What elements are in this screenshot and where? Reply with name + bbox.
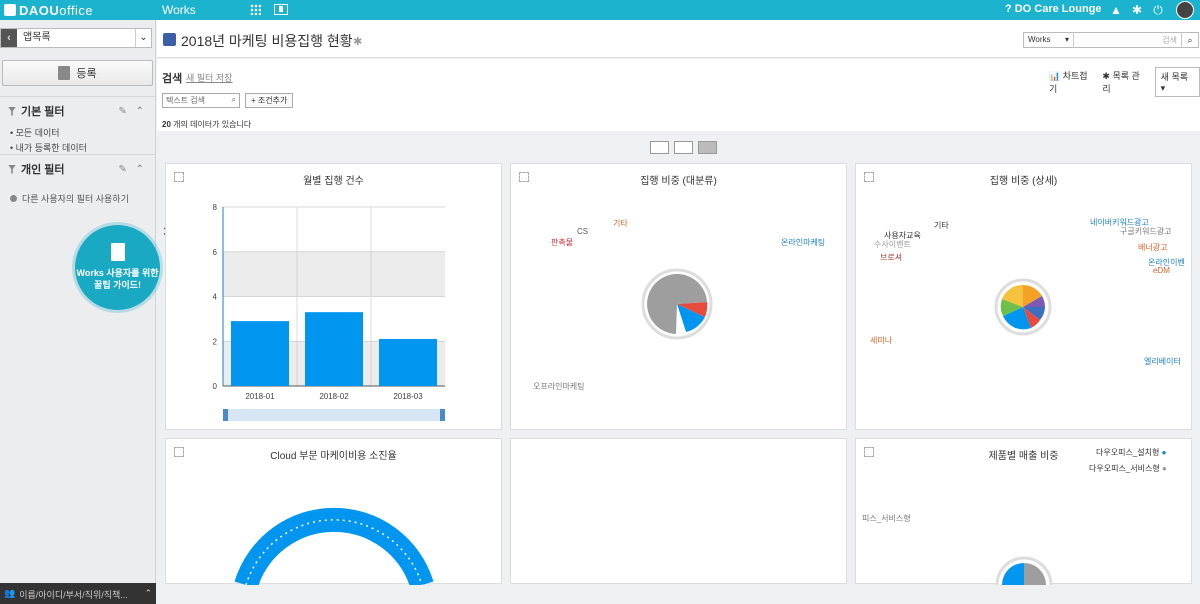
info-icon[interactable]: ⓘ [339,36,350,48]
app-list-select[interactable]: ‹ 앱목록 ⌄ [0,28,152,48]
filter-tools[interactable]: ✎ ⌃ [118,106,147,117]
other-user-filter-link[interactable]: 다른 사용자의 필터 사용하기 [10,192,129,205]
filter-icon [8,106,16,116]
gear-icon[interactable]: ✱ [353,36,362,48]
list-manage-button[interactable]: ✱ 목록 관리 [1102,69,1146,95]
pie-chart [641,268,713,340]
card-cloud-burn-rate: Cloud 부문 마케이비용 소진율 [165,438,502,585]
range-selector [223,409,445,421]
search-input[interactable]: 검색 [1074,33,1182,47]
logo-icon [4,4,16,16]
search-icon[interactable]: ⌕ [1182,33,1198,47]
card-monthly-count: 월별 집행 건수 0 2 4 6 8 2018-01 2018-02 2018-03 [165,163,502,430]
save-filter-link[interactable]: 새 필터 저장 [186,71,232,84]
layout-1col-button[interactable] [650,141,669,154]
avatar[interactable] [1176,1,1194,19]
x-tick-label: 2018-03 [393,392,423,401]
card-ratio-detail: 집행 비중 (상세) 네이버키워드광고 구글키워드광고 기타 사용자교육 수사이… [855,163,1192,430]
sidebar: ‹ 앱목록 ⌄ 등록 기본 필터 ✎ ⌃ • 모든 데이터 • 내가 등록한 데이… [0,20,173,604]
chart-icon [163,33,176,46]
y-tick-label: 6 [213,248,218,257]
chevron-down-icon: ⌄ [135,29,151,47]
filter-item-all[interactable]: • 모든 데이터 [0,125,155,140]
text-search-input[interactable]: 텍스트 검색 ⌕ [162,93,240,108]
y-tick-label: 8 [213,203,218,212]
data-count: 20 개의 데이터가 있습니다 [162,120,252,129]
chevron-up-icon[interactable]: ⌃ [144,588,152,599]
pie-chart [995,556,1053,585]
y-tick-label: 0 [213,382,218,391]
org-search-bar[interactable]: 👥 이름/아이디/부서/직위/직책... ⌃ [0,583,156,604]
search-icon: ⌕ [231,95,236,104]
x-tick-label: 2018-01 [245,392,275,401]
range-handle [440,409,445,421]
gear-icon[interactable]: ✱ [1130,3,1144,17]
logo[interactable]: DAOUoffice [4,2,93,18]
guide-bubble[interactable]: Works 사용자를 위한 꿀팁 가이드! [75,225,160,310]
card-product-sales: 제품별 매출 비중 다우오피스_설치형 ● 다우오피스_서비스형 ● 피스_서비… [855,438,1192,585]
care-lounge-link[interactable]: ? DO Care Lounge [1005,3,1102,15]
bar [379,339,437,386]
range-handle [223,409,228,421]
personal-filter-section: 개인 필터 ✎ ⌃ [0,154,155,183]
bell-icon[interactable]: ▲ [1109,3,1123,17]
filter-icon [8,164,16,174]
search-scope-select[interactable]: Works ▾ [1024,33,1074,47]
power-icon[interactable]: ⏻ [1151,3,1165,17]
bar-chart: 0 2 4 6 8 2018-01 2018-02 2018-03 [213,203,445,421]
layout-2col-button[interactable] [674,141,693,154]
grid-band [223,251,445,297]
card-ratio-category: 집행 비중 (대분류) 기타 CS 판촉물 온라인마케팅 오프라인마케팅 [510,163,847,430]
card-empty [510,438,847,584]
top-bar: DAOUoffice Works ? DO Care Lounge ▲ ✱ ⏻ [0,0,1200,20]
app-name[interactable]: Works [162,3,196,17]
book-icon [110,243,125,261]
apps-grid-icon[interactable] [250,4,261,15]
help-icon: ? [1005,3,1012,15]
layout-3col-button[interactable] [698,141,717,154]
pie-chart [994,278,1052,336]
filter-tools[interactable]: ✎ ⌃ [118,164,147,175]
filter-area: 검색 새 필터 저장 📊 차트접기 ✱ 목록 관리 새 목록 ▾ 텍스트 검색 ⌕… [157,59,1200,131]
bar [231,321,289,386]
chart-collapse-button[interactable]: 📊 차트접기 [1049,69,1094,95]
layout-icon[interactable] [274,4,288,15]
back-icon[interactable]: ‹ [1,29,17,47]
basic-filter-section: 기본 필터 ✎ ⌃ • 모든 데이터 • 내가 등록한 데이터 [0,96,155,155]
page-title: 2018년 마케팅 비용집행 현황 [181,33,353,49]
register-button[interactable]: 등록 [2,60,153,86]
page-header: 2018년 마케팅 비용집행 현황 ⓘ ✱ Works ▾ 검색 ⌕ [157,20,1200,58]
register-icon [58,66,71,80]
y-tick-label: 2 [213,337,218,346]
gauge-chart [234,507,434,585]
new-list-select[interactable]: 새 목록 ▾ [1154,67,1200,97]
filter-item-mine[interactable]: • 내가 등록한 데이터 [0,140,155,155]
add-condition-button[interactable]: + 조건추가 [245,93,294,108]
header-search: Works ▾ 검색 ⌕ [1023,32,1199,48]
bar [305,312,363,386]
main-content: 2018년 마케팅 비용집행 현황 ⓘ ✱ Works ▾ 검색 ⌕ 검색 새 필… [157,20,1200,585]
y-tick-label: 4 [213,293,218,302]
x-tick-label: 2018-02 [319,392,349,401]
people-icon: 👥 [4,588,16,598]
gear-icon [10,195,17,202]
layout-switcher [650,141,717,154]
